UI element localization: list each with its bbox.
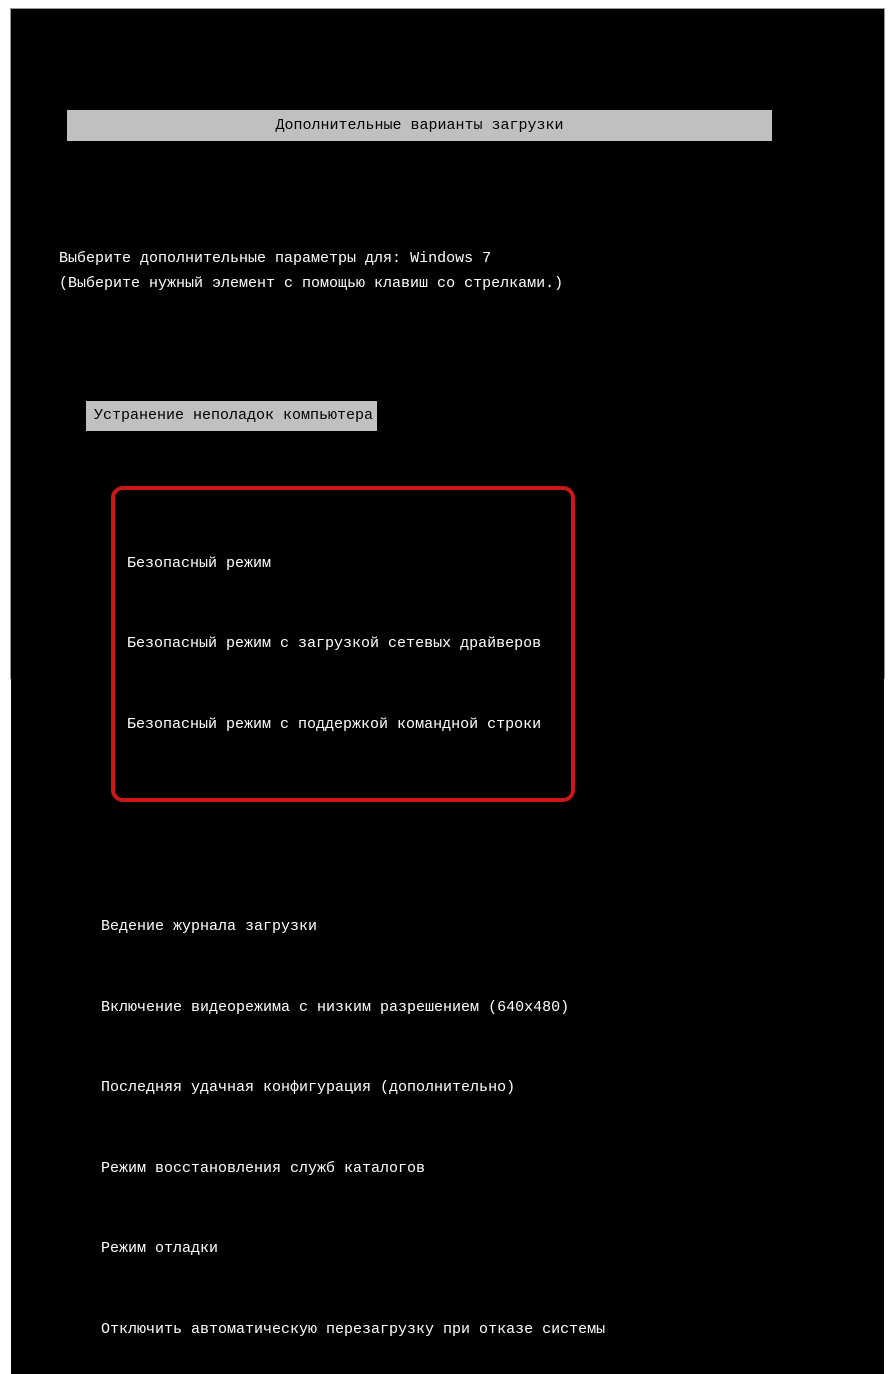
menu-item-repair-label: Устранение неполадок компьютера — [94, 407, 373, 424]
menu-item-disable-auto-restart[interactable]: Отключить автоматическую перезагрузку пр… — [101, 1315, 844, 1345]
menu-item-safe-mode-network[interactable]: Безопасный режим с загрузкой сетевых дра… — [127, 629, 541, 659]
menu-item-safe-mode[interactable]: Безопасный режим — [127, 549, 541, 579]
menu-item-safe-mode-cmd[interactable]: Безопасный режим с поддержкой командной … — [127, 710, 541, 740]
boot-menu-frame: Дополнительные варианты загрузки Выберит… — [10, 8, 885, 679]
os-name: Windows 7 — [410, 250, 491, 267]
menu-item-ds-restore[interactable]: Режим восстановления служб каталогов — [101, 1154, 844, 1184]
prompt-prefix: Выберите дополнительные параметры для: — [59, 250, 401, 267]
nav-hint: (Выберите нужный элемент с помощью клави… — [59, 275, 563, 292]
menu-item-last-known-good[interactable]: Последняя удачная конфигурация (дополнит… — [101, 1073, 844, 1103]
header-block: Выберите дополнительные параметры для: W… — [59, 246, 844, 297]
title-bar: Дополнительные варианты загрузки — [67, 110, 772, 142]
menu-item-debug-mode[interactable]: Режим отладки — [101, 1234, 844, 1264]
selected-menu-wrapper: Устранение неполадок компьютера — [59, 401, 844, 431]
boot-menu-screen: Дополнительные варианты загрузки Выберит… — [11, 9, 884, 1374]
highlight-annotation-box: Безопасный режим Безопасный режим с загр… — [111, 486, 575, 803]
menu-item-boot-logging[interactable]: Ведение журнала загрузки — [101, 912, 844, 942]
options-group: Ведение журнала загрузки Включение видео… — [101, 861, 844, 1374]
title-text: Дополнительные варианты загрузки — [275, 117, 563, 134]
menu-item-low-res-video[interactable]: Включение видеорежима с низким разрешени… — [101, 993, 844, 1023]
menu-item-repair[interactable]: Устранение неполадок компьютера — [86, 401, 377, 431]
